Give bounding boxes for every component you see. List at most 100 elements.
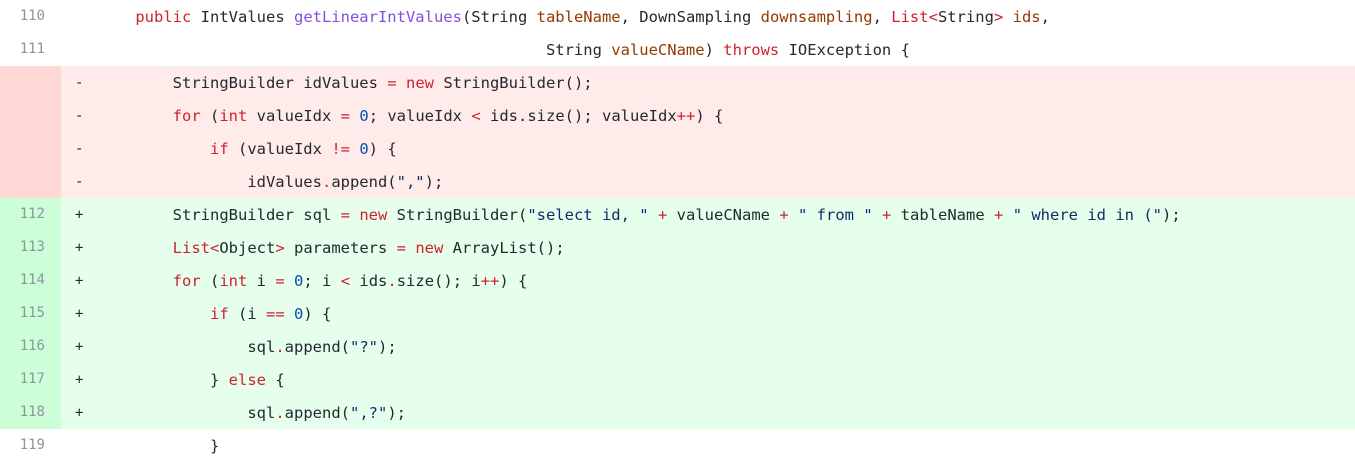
code-token: + — [657, 206, 668, 224]
code-token: else — [228, 371, 266, 389]
code-token: i — [247, 272, 276, 290]
code-token: append( — [331, 173, 397, 191]
line-number[interactable]: 117 — [0, 363, 61, 396]
diff-line-deleted: - for (int valueIdx = 0; valueIdx < ids.… — [0, 99, 1355, 132]
code-token: < — [209, 239, 220, 257]
code-token: ids — [350, 272, 388, 290]
diff-marker — [75, 33, 87, 66]
code-token: ( — [200, 107, 220, 125]
code-token: downsampling — [760, 8, 873, 26]
code-line: sql.append("?"); — [98, 330, 396, 363]
code-token: = — [340, 206, 350, 224]
code-token: if — [209, 305, 229, 323]
code-token: ); — [1162, 206, 1181, 224]
code-token: tableName — [891, 206, 994, 224]
diff-marker: - — [75, 75, 84, 91]
code-line: for (int valueIdx = 0; valueIdx < ids.si… — [98, 99, 724, 132]
code-token: size(); i — [396, 272, 481, 290]
code-token: String — [937, 8, 994, 26]
line-number[interactable]: 112 — [0, 198, 61, 231]
code-token: = — [340, 107, 350, 125]
diff-marker: - — [75, 108, 84, 124]
code-token: new — [359, 206, 388, 224]
code-token: idValues — [247, 173, 322, 191]
diff-line-added: 112 + StringBuilder sql = new StringBuild… — [0, 198, 1355, 231]
code-token: valueCName — [611, 41, 705, 59]
code-token: new — [405, 74, 434, 92]
line-number[interactable] — [0, 66, 61, 99]
code-token: IOException { — [779, 41, 910, 59]
diff-marker: - — [75, 141, 84, 157]
code-token: StringBuilder(); — [433, 74, 593, 92]
line-number[interactable] — [0, 99, 61, 132]
code-token: " from " — [798, 206, 873, 224]
code-token: "," — [396, 173, 425, 191]
code-token: ); — [387, 404, 406, 422]
diff-line-deleted: - idValues.append(","); — [0, 165, 1355, 198]
line-number[interactable]: 113 — [0, 231, 61, 264]
code-token: < — [340, 272, 351, 290]
line-number[interactable] — [0, 132, 61, 165]
diff-marker — [75, 429, 87, 462]
line-number[interactable]: 116 — [0, 330, 61, 363]
line-number[interactable] — [0, 165, 61, 198]
line-number[interactable]: 114 — [0, 264, 61, 297]
line-number[interactable]: 115 — [0, 297, 61, 330]
code-token: ArrayList(); — [443, 239, 565, 257]
code-token: } — [209, 371, 229, 389]
code-token: + — [994, 206, 1004, 224]
code-line: String valueCName) throws IOException { — [98, 33, 910, 66]
code-token: List — [172, 239, 210, 257]
code-line: StringBuilder sql = new StringBuilder("s… — [98, 198, 1181, 231]
code-token: = — [387, 74, 397, 92]
code-token: ( — [200, 272, 220, 290]
diff-marker: - — [75, 174, 84, 190]
diff-marker — [75, 0, 87, 33]
code-token: int — [219, 272, 248, 290]
code-token: StringBuilder idValues — [172, 74, 388, 92]
line-number[interactable]: 119 — [0, 429, 61, 462]
code-token: parameters — [284, 239, 397, 257]
code-token: append( — [284, 404, 350, 422]
code-token: ) { — [695, 107, 724, 125]
code-token: int — [219, 107, 248, 125]
diff-line-added: 115 + if (i == 0) { — [0, 297, 1355, 330]
code-line: } — [98, 429, 219, 462]
line-number[interactable]: 110 — [0, 0, 61, 33]
code-token: for — [172, 107, 201, 125]
code-token: == — [265, 305, 285, 323]
code-line: List<Object> parameters = new ArrayList(… — [98, 231, 565, 264]
code-token: (i — [228, 305, 266, 323]
code-token: for — [172, 272, 201, 290]
code-token: = — [396, 239, 406, 257]
line-number[interactable]: 118 — [0, 396, 61, 429]
diff-line-deleted: - if (valueIdx != 0) { — [0, 132, 1355, 165]
code-line: } else { — [98, 363, 285, 396]
code-token: 0 — [359, 107, 369, 125]
diff-marker: + — [75, 306, 84, 322]
code-token: ) { — [303, 305, 332, 323]
code-token: 0 — [359, 140, 369, 158]
line-number[interactable]: 111 — [0, 33, 61, 66]
code-token: . — [275, 404, 285, 422]
code-token: . — [387, 272, 397, 290]
code-token: "?" — [349, 338, 378, 356]
code-token: ); — [424, 173, 444, 191]
code-token: ++ — [676, 107, 696, 125]
diff-line-context: 111 String valueCName) throws IOExceptio… — [0, 33, 1355, 66]
code-line: StringBuilder idValues = new StringBuild… — [98, 66, 593, 99]
diff-line-added: 117 + } else { — [0, 363, 1355, 396]
code-token: ) — [704, 41, 724, 59]
code-token: } — [209, 437, 220, 455]
code-token: throws — [723, 41, 780, 59]
